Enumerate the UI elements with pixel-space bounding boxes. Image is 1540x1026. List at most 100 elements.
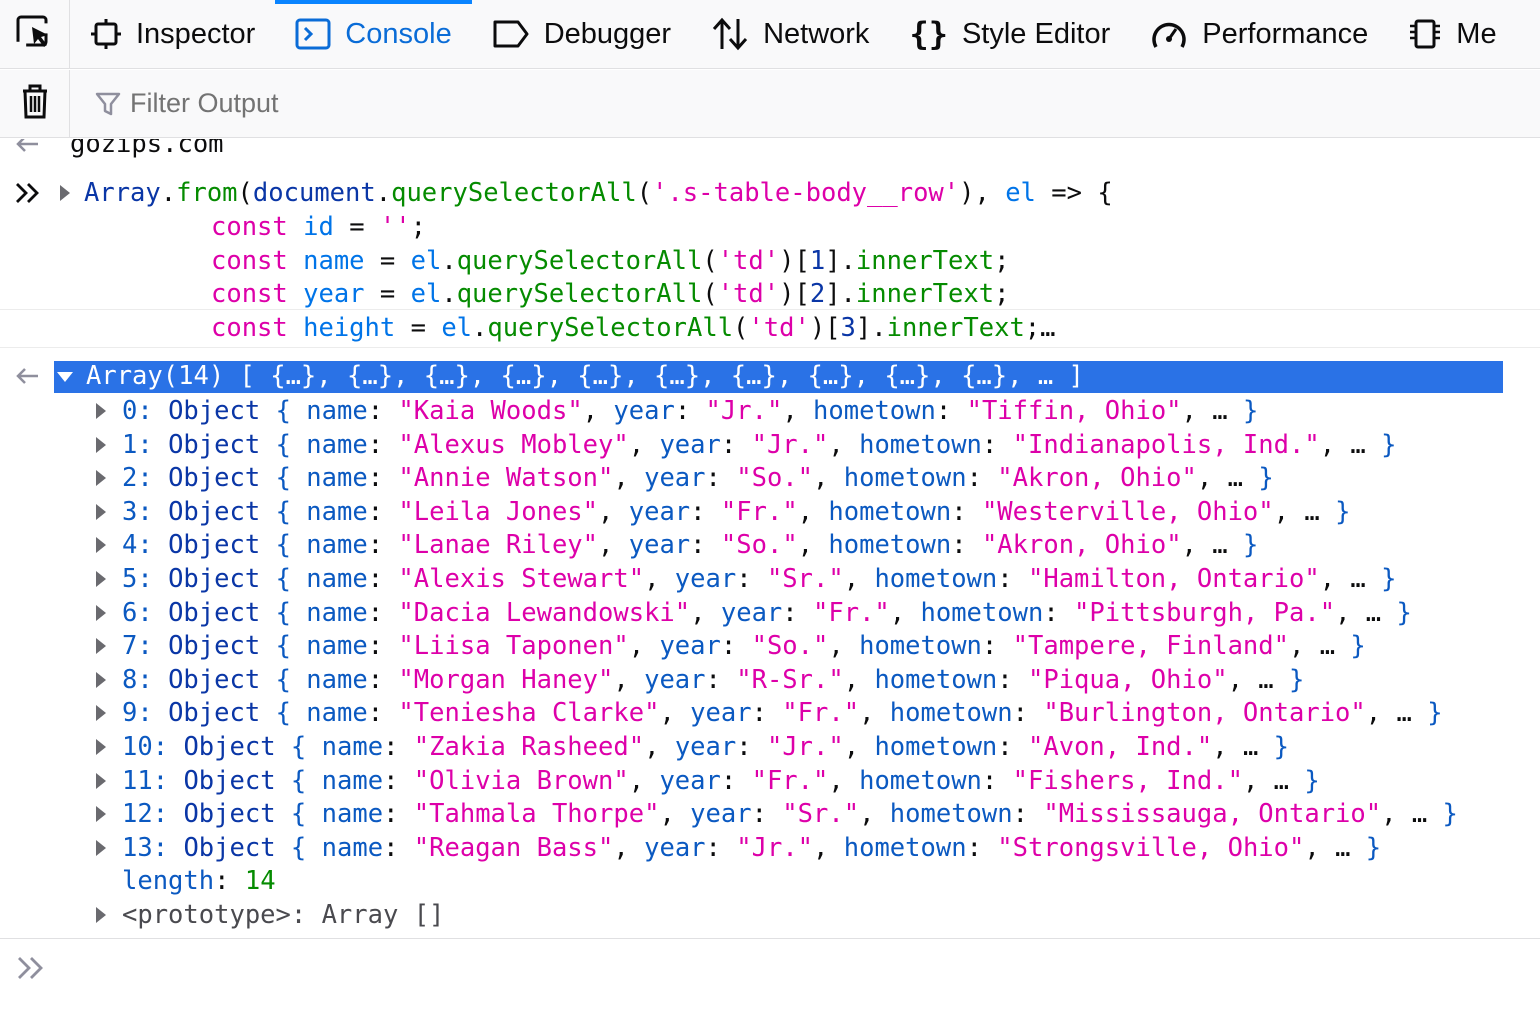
item-hometown: Burlington, Ontario (1058, 698, 1351, 728)
item-name: Olivia Brown (429, 766, 614, 796)
result-item[interactable]: 13: Object { name: "Reagan Bass", year: … (122, 831, 1381, 865)
result-item[interactable]: 7: Object { name: "Liisa Taponen", year:… (122, 629, 1366, 663)
tab-network[interactable]: Network (691, 0, 889, 68)
item-year: Jr. (766, 430, 814, 460)
length-value: 14 (244, 866, 276, 896)
item-index: 11 (122, 766, 153, 796)
element-picker-button[interactable] (0, 0, 70, 68)
tab-memory[interactable]: Me (1388, 0, 1516, 68)
prompt-chevrons-icon (16, 955, 46, 986)
prototype-row[interactable]: <prototype>: Array [] (122, 898, 444, 932)
item-expand-toggle[interactable] (94, 730, 108, 764)
tab-style-editor-label: Style Editor (961, 17, 1111, 50)
tab-performance-label: Performance (1202, 17, 1369, 50)
item-index: 2 (122, 463, 138, 493)
item-name: Kaia Woods (413, 396, 568, 426)
devtools-toolbar: Inspector Console Debugger Network {} St… (0, 0, 1540, 69)
tab-console-label: Console (345, 17, 452, 50)
result-item[interactable]: 9: Object { name: "Teniesha Clarke", yea… (122, 696, 1443, 730)
item-expand-toggle[interactable] (94, 394, 108, 428)
result-item[interactable]: 1: Object { name: "Alexus Mobley", year:… (122, 428, 1396, 462)
item-index: 0 (122, 396, 138, 426)
item-name: Dacia Lewandowski (413, 598, 675, 628)
trash-icon (19, 82, 51, 125)
tab-style-editor[interactable]: {} Style Editor (889, 0, 1130, 68)
prototype-expand-toggle[interactable] (94, 898, 108, 932)
tab-console[interactable]: Console (275, 0, 473, 68)
item-name: Zakia Rasheed (429, 732, 629, 762)
item-expand-toggle[interactable] (94, 528, 108, 562)
item-year: Jr. (751, 833, 798, 863)
item-expand-toggle[interactable] (94, 663, 108, 697)
result-item[interactable]: 3: Object { name: "Leila Jones", year: "… (122, 495, 1350, 529)
console-input-row (0, 938, 1540, 1026)
result-item[interactable]: 6: Object { name: "Dacia Lewandowski", y… (122, 596, 1412, 630)
item-expand-toggle[interactable] (94, 797, 108, 831)
item-expand-toggle[interactable] (94, 562, 108, 596)
item-expand-toggle[interactable] (94, 764, 108, 798)
input-expand-toggle[interactable] (58, 176, 72, 210)
item-expand-toggle[interactable] (94, 629, 108, 663)
input-line-4[interactable]: const year = el.querySelectorAll('td')[2… (211, 277, 1009, 311)
item-year: R-Sr. (751, 665, 829, 695)
item-expand-toggle[interactable] (94, 831, 108, 865)
result-header[interactable]: Array(14) [ {…}, {…}, {…}, {…}, {…}, {…}… (86, 359, 1084, 393)
item-year: Fr. (736, 497, 783, 527)
result-item[interactable]: 5: Object { name: "Alexis Stewart", year… (122, 562, 1396, 596)
result-item[interactable]: 11: Object { name: "Olivia Brown", year:… (122, 764, 1320, 798)
input-line-3[interactable]: const name = el.querySelectorAll('td')[1… (211, 244, 1009, 278)
item-hometown: Indianapolis, Ind. (1028, 430, 1305, 460)
item-index: 1 (122, 430, 138, 460)
item-year: So. (766, 631, 814, 661)
result-item[interactable]: 0: Object { name: "Kaia Woods", year: "J… (122, 394, 1258, 428)
item-year: Sr. (782, 564, 829, 594)
item-hometown: Strongsville, Ohio (1012, 833, 1289, 863)
item-hometown: Hamilton, Ontario (1043, 564, 1305, 594)
debugger-icon (492, 19, 530, 49)
item-name: Teniesha Clarke (413, 698, 645, 728)
filter-icon (94, 90, 122, 118)
console-icon (295, 18, 331, 50)
item-hometown: Pittsburgh, Pa. (1089, 598, 1320, 628)
item-index: 4 (122, 530, 138, 560)
item-name: Liisa Taponen (413, 631, 614, 661)
tab-debugger[interactable]: Debugger (472, 0, 691, 68)
input-line-2[interactable]: const id = ''; (211, 210, 426, 244)
inspector-icon (90, 18, 122, 50)
input-line-1[interactable]: Array.from(document.querySelectorAll('.s… (84, 176, 1113, 210)
result-item[interactable]: 8: Object { name: "Morgan Haney", year: … (122, 663, 1304, 697)
tab-inspector-label: Inspector (136, 17, 256, 50)
item-expand-toggle[interactable] (94, 495, 108, 529)
tab-performance[interactable]: Performance (1130, 0, 1388, 68)
previous-result[interactable]: gozips.com (70, 139, 224, 161)
item-expand-toggle[interactable] (94, 428, 108, 462)
result-item[interactable]: 12: Object { name: "Tahmala Thorpe", yea… (122, 797, 1458, 831)
item-index: 10 (122, 732, 153, 762)
input-line-5[interactable]: const height = el.querySelectorAll('td')… (211, 311, 1056, 345)
item-hometown: Tiffin, Ohio (981, 396, 1167, 426)
item-expand-toggle[interactable] (94, 461, 108, 495)
result-collapse-toggle[interactable] (56, 360, 74, 394)
result-item[interactable]: 2: Object { name: "Annie Watson", year: … (122, 461, 1274, 495)
item-name: Lanae Riley (413, 530, 583, 560)
result-item[interactable]: 4: Object { name: "Lanae Riley", year: "… (122, 528, 1258, 562)
item-name: Reagan Bass (429, 833, 599, 863)
clear-console-button[interactable] (0, 69, 70, 138)
item-name: Alexis Stewart (413, 564, 629, 594)
filter-output-field[interactable]: Filter Output (94, 88, 279, 119)
result-item[interactable]: 10: Object { name: "Zakia Rasheed", year… (122, 730, 1289, 764)
tab-inspector[interactable]: Inspector (70, 0, 275, 68)
item-name: Tahmala Thorpe (429, 799, 645, 829)
item-hometown: Westerville, Ohio (997, 497, 1259, 527)
item-index: 8 (122, 665, 138, 695)
item-hometown: Mississauga, Ontario (1058, 799, 1366, 829)
tab-memory-label: Me (1456, 17, 1497, 50)
item-year: Jr. (782, 732, 829, 762)
network-icon (711, 17, 749, 51)
item-expand-toggle[interactable] (94, 596, 108, 630)
item-expand-toggle[interactable] (94, 696, 108, 730)
console-input[interactable] (60, 951, 1520, 991)
input-prompt-icon (14, 176, 44, 210)
item-hometown: Fishers, Ind. (1028, 766, 1228, 796)
item-index: 12 (122, 799, 153, 829)
